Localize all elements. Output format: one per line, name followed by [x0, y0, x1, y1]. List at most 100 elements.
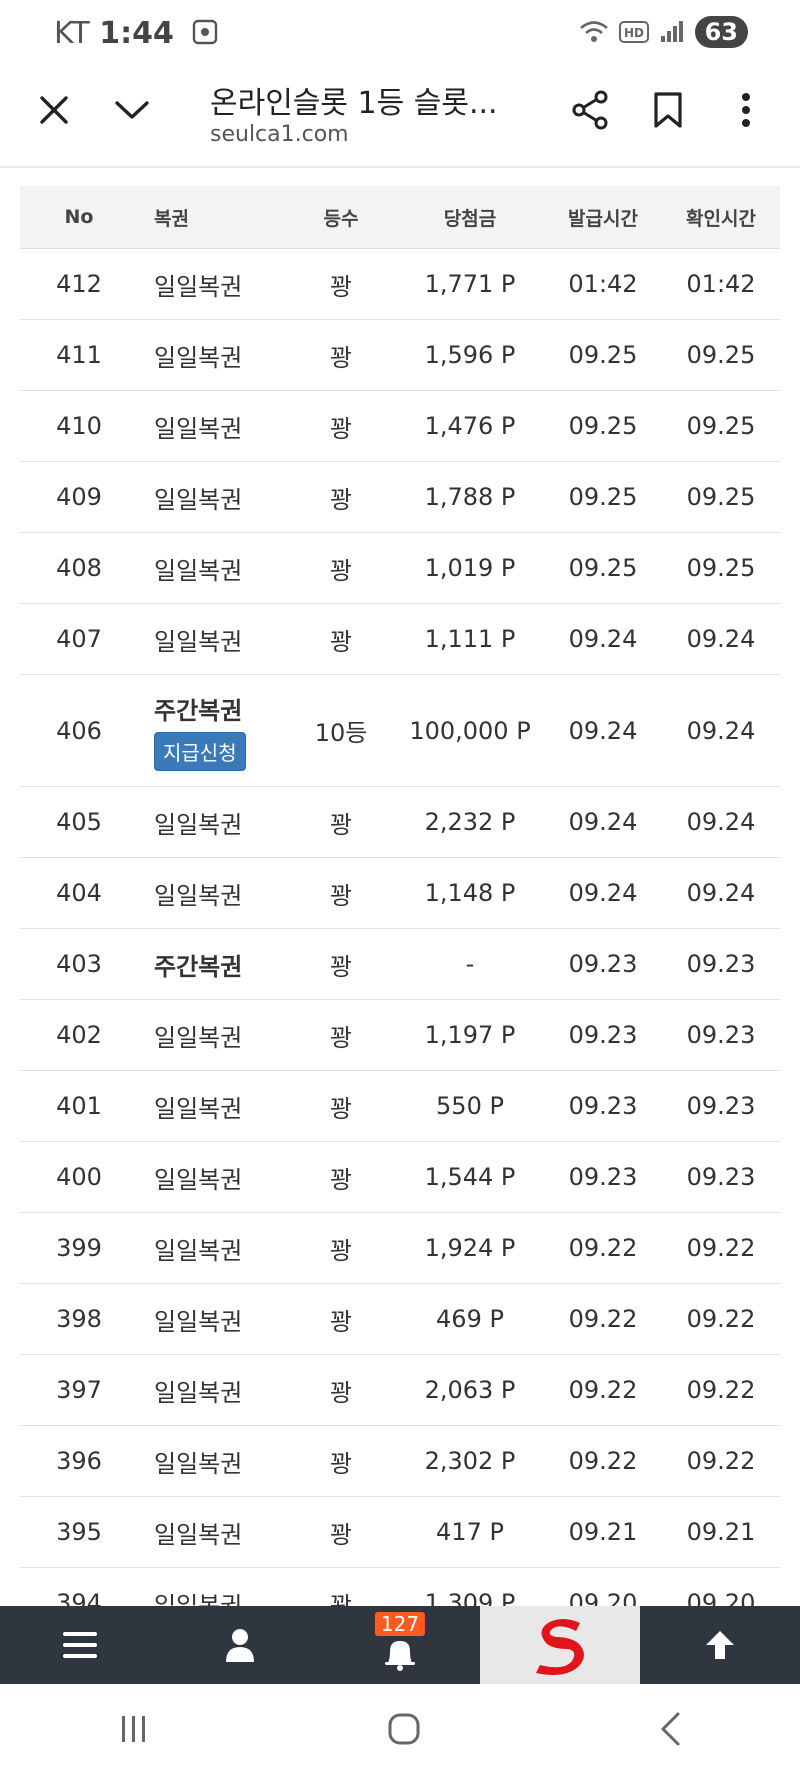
lottery-history-table: No 복권 등수 당첨금 발급시간 확인시간 412 일일복권 꽝 1,771 … — [20, 186, 780, 1606]
hd-voice-icon: HD — [618, 21, 649, 43]
cell-rank: 꽝 — [329, 414, 353, 443]
status-icons: HD 63 — [579, 16, 748, 48]
table-row: 394 일일복권 꽝 1,309 P 09.20 09.20 — [20, 1568, 780, 1606]
cell-rank: 꽝 — [329, 343, 353, 372]
cell-lottery: 일일복권 — [154, 1378, 243, 1407]
cell-lottery: 일일복권 — [154, 1023, 243, 1052]
table-row: 400 일일복권 꽝 1,544 P 09.23 09.23 — [20, 1142, 780, 1213]
cell-checked: 09.25 — [686, 341, 756, 369]
arrow-up-icon — [706, 1631, 734, 1659]
cell-prize: 2,232 P — [424, 808, 516, 836]
cell-no: 412 — [56, 270, 102, 298]
cell-lottery: 일일복권 — [154, 1094, 243, 1123]
recent-apps-button[interactable] — [118, 1713, 150, 1749]
bell-icon — [385, 1641, 415, 1671]
more-vertical-icon — [742, 93, 750, 127]
cell-lottery: 일일복권 — [154, 1165, 243, 1194]
cell-no: 394 — [56, 1589, 102, 1606]
menu-button[interactable] — [0, 1606, 160, 1684]
cell-rank: 꽝 — [329, 1378, 353, 1407]
cell-rank: 꽝 — [329, 1023, 353, 1052]
cell-lottery: 일일복권 — [154, 1236, 243, 1265]
header-prize: 당첨금 — [443, 207, 497, 230]
claim-payout-button[interactable]: 지급신청 — [154, 731, 246, 771]
cell-prize: 417 P — [436, 1518, 504, 1546]
bottom-nav: 127 S — [0, 1606, 800, 1684]
back-icon — [661, 1712, 680, 1746]
table-row: 404 일일복권 꽝 1,148 P 09.24 09.24 — [20, 858, 780, 929]
cell-no: 411 — [56, 341, 102, 369]
page-url[interactable]: seulca1.com — [210, 122, 349, 147]
cell-prize: - — [465, 950, 475, 978]
collapse-button[interactable] — [102, 80, 162, 140]
cell-prize: 1,596 P — [424, 341, 516, 369]
site-logo-button[interactable]: S — [480, 1606, 640, 1684]
cell-issued: 09.25 — [568, 483, 638, 511]
bookmark-button[interactable] — [638, 80, 698, 140]
scroll-top-button[interactable] — [640, 1606, 800, 1684]
cell-no: 403 — [56, 950, 102, 978]
profile-button[interactable] — [160, 1606, 320, 1684]
cell-no: 396 — [56, 1447, 102, 1475]
cell-no: 395 — [56, 1518, 102, 1546]
svg-text:HD: HD — [624, 26, 644, 40]
cell-issued: 09.20 — [568, 1589, 638, 1606]
cell-prize: 2,063 P — [424, 1376, 516, 1404]
browser-toolbar: 온라인슬롯 1등 슬롯... seulca1.com — [0, 66, 800, 168]
share-icon — [572, 90, 608, 130]
notification-count-badge: 127 — [374, 1612, 426, 1636]
back-button[interactable] — [658, 1711, 682, 1751]
table-row: 405 일일복권 꽝 2,232 P 09.24 09.24 — [20, 787, 780, 858]
carrier-time: KT 1:44 — [54, 16, 219, 51]
header-issued: 발급시간 — [568, 207, 638, 230]
cell-issued: 09.23 — [568, 1092, 638, 1120]
cell-rank: 꽝 — [329, 1520, 353, 1549]
cell-lottery: 일일복권 — [154, 414, 243, 443]
table-header: No 복권 등수 당첨금 발급시간 확인시간 — [20, 186, 780, 249]
recent-apps-icon — [122, 1716, 146, 1742]
table-row: 398 일일복권 꽝 469 P 09.22 09.22 — [20, 1284, 780, 1355]
logo-letter: S — [560, 1656, 561, 1658]
cell-rank: 꽝 — [329, 1449, 353, 1478]
status-bar: KT 1:44 HD 63 — [0, 0, 800, 66]
share-button[interactable] — [560, 80, 620, 140]
signal-icon — [660, 21, 683, 42]
cell-checked: 09.22 — [686, 1447, 756, 1475]
cell-rank: 꽝 — [329, 881, 353, 910]
cell-checked: 09.23 — [686, 950, 756, 978]
notifications-button[interactable]: 127 — [320, 1606, 480, 1684]
cell-rank: 꽝 — [329, 952, 353, 981]
close-icon — [40, 96, 68, 124]
cell-issued: 09.22 — [568, 1234, 638, 1262]
cell-no: 399 — [56, 1234, 102, 1262]
home-button[interactable] — [387, 1712, 421, 1750]
more-options-button[interactable] — [716, 80, 776, 140]
hamburger-menu-icon — [63, 1632, 97, 1658]
table-row: 406 주간복권 지급신청 10등 100,000 P 09.24 09.24 — [20, 675, 780, 787]
cell-checked: 09.21 — [686, 1518, 756, 1546]
cell-no: 405 — [56, 808, 102, 836]
cell-issued: 09.24 — [568, 808, 638, 836]
header-checked: 확인시간 — [686, 207, 756, 230]
cell-checked: 01:42 — [686, 270, 756, 298]
home-icon — [388, 1713, 420, 1745]
cell-rank: 꽝 — [329, 1307, 353, 1336]
cell-prize: 2,302 P — [424, 1447, 516, 1475]
cell-lottery: 주간복권 — [154, 952, 243, 981]
cell-issued: 09.25 — [568, 554, 638, 582]
close-button[interactable] — [24, 80, 84, 140]
cell-rank: 꽝 — [329, 627, 353, 656]
cell-no: 409 — [56, 483, 102, 511]
cell-issued: 09.21 — [568, 1518, 638, 1546]
cell-issued: 09.24 — [568, 716, 638, 745]
cell-lottery: 일일복권 — [154, 1520, 243, 1549]
cell-checked: 09.25 — [686, 483, 756, 511]
cell-lottery: 일일복권 — [154, 485, 243, 514]
cell-prize: 1,544 P — [424, 1163, 516, 1191]
user-icon — [226, 1629, 254, 1662]
cell-lottery: 일일복권 — [154, 556, 243, 585]
table-row: 408 일일복권 꽝 1,019 P 09.25 09.25 — [20, 533, 780, 604]
cell-issued: 09.22 — [568, 1376, 638, 1404]
cell-lottery: 일일복권 — [154, 810, 243, 839]
cell-rank: 꽝 — [329, 272, 353, 301]
